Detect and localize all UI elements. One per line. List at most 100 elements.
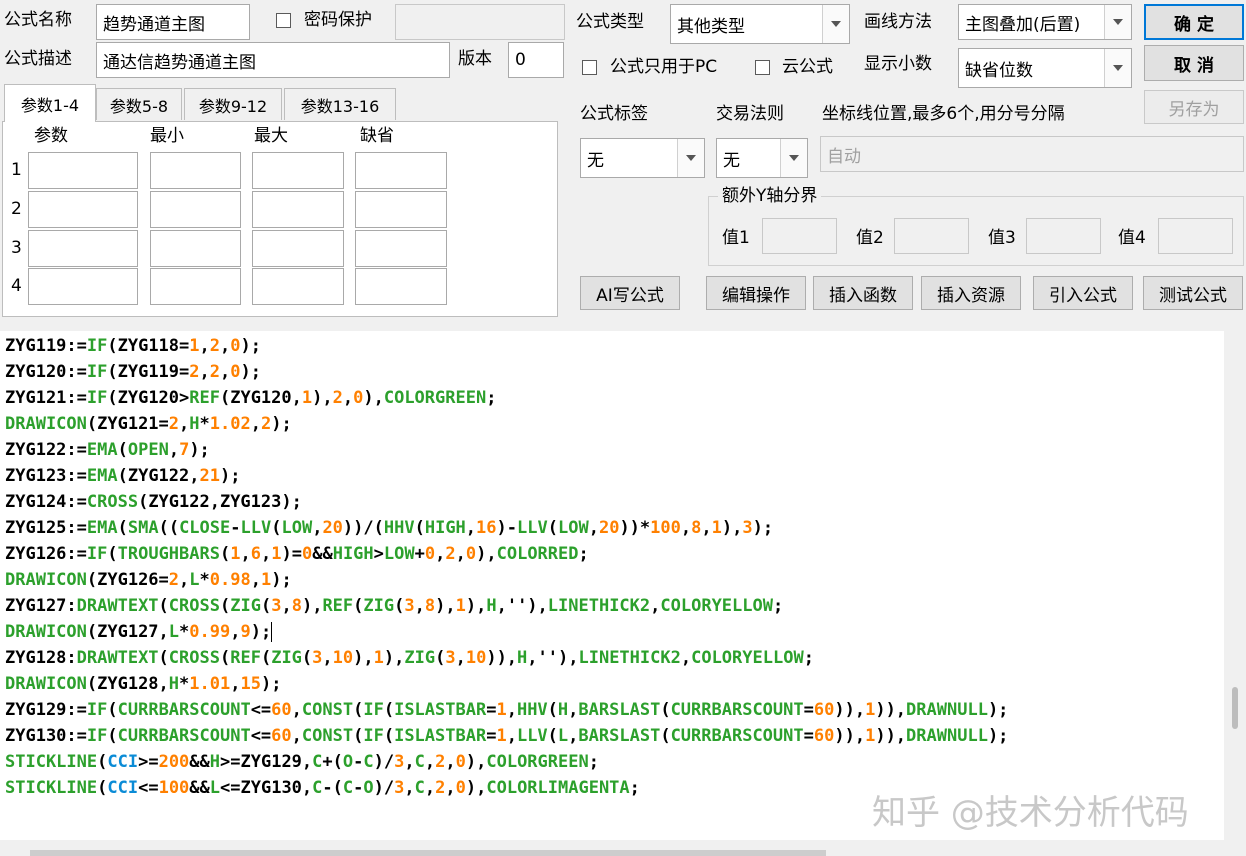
param-2-name-input[interactable] (28, 191, 138, 228)
chevron-down-icon[interactable] (822, 5, 849, 43)
code-token: ( (353, 700, 364, 720)
code-token: 2 (209, 362, 221, 382)
param-4-min-input[interactable] (150, 268, 241, 305)
code-line[interactable]: ZYG124:=CROSS(ZYG122,ZYG123); (5, 489, 302, 515)
code-line[interactable]: DRAWICON(ZYG128,H*1.01,15); (5, 671, 281, 697)
insert-resource-button[interactable]: 插入资源 (921, 276, 1021, 310)
version-input[interactable]: 0 (508, 42, 564, 78)
tab-params-9-12[interactable]: 参数9-12 (184, 88, 282, 120)
code-token: , (220, 336, 231, 356)
cancel-button[interactable]: 取 消 (1144, 45, 1244, 81)
import-formula-button[interactable]: 引入公式 (1033, 276, 1133, 310)
password-checkbox[interactable] (276, 13, 291, 28)
code-token: 21 (199, 466, 220, 486)
param-3-default-input[interactable] (355, 230, 447, 267)
code-token: H (209, 752, 221, 772)
ok-button[interactable]: 确 定 (1144, 4, 1244, 40)
rule-select[interactable]: 无 (716, 138, 808, 178)
param-4-max-input[interactable] (252, 268, 344, 305)
code-line[interactable]: ZYG121:=IF(ZYG120>REF(ZYG120,1),2,0),COL… (5, 385, 496, 411)
pc-only-checkbox[interactable] (582, 60, 597, 75)
code-token: ( (158, 596, 169, 616)
test-formula-button[interactable]: 测试公式 (1143, 276, 1243, 310)
code-line[interactable]: ZYG119:=IF(ZYG118=1,2,0); (5, 333, 261, 359)
vertical-scrollbar[interactable] (1232, 687, 1238, 729)
tab-params-1-4[interactable]: 参数1-4 (4, 84, 96, 122)
code-line[interactable]: STICKLINE(CCI>=200&&H>=ZYG129,C+(O-C)/3,… (5, 749, 599, 775)
code-token: ), (476, 544, 497, 564)
param-3-min-input[interactable] (150, 230, 241, 267)
code-token: ISLASTBAR (394, 700, 487, 720)
chevron-down-icon[interactable] (677, 139, 704, 177)
code-line[interactable]: DRAWICON(ZYG127,L*0.99,9); (5, 619, 273, 645)
cloud-checkbox[interactable] (755, 60, 770, 75)
code-editor[interactable]: ZYG119:=IF(ZYG118=1,2,0); ZYG120:=IF(ZYG1… (0, 331, 1224, 840)
code-token: >=ZYG129, (220, 752, 313, 772)
code-token: L (168, 622, 180, 642)
ai-write-button[interactable]: AI写公式 (580, 276, 680, 310)
code-token: 2 (168, 414, 180, 434)
param-1-max-input[interactable] (252, 152, 344, 189)
code-token: LINETHICK2 (547, 596, 651, 616)
code-token: 60 (813, 700, 835, 720)
code-token: -( (322, 778, 343, 798)
code-token: 0 (424, 544, 436, 564)
param-2-max-input[interactable] (252, 191, 344, 228)
param-2-min-input[interactable] (150, 191, 241, 228)
code-token: ZYG122:= (5, 440, 87, 460)
code-token: LOW (281, 518, 313, 538)
code-token: = (486, 700, 497, 720)
code-token: 2 (260, 414, 272, 434)
code-line[interactable]: ZYG123:=EMA(ZYG122,21); (5, 463, 240, 489)
code-token: IF (86, 544, 108, 564)
formula-desc-label: 公式描述 (4, 49, 72, 69)
code-token: )= (281, 544, 302, 564)
code-line[interactable]: DRAWICON(ZYG121=2,H*1.02,2); (5, 411, 292, 437)
formula-desc-input[interactable]: 通达信趋势通道主图 (96, 42, 450, 78)
param-row-3-label: 3 (11, 238, 22, 258)
tag-select[interactable]: 无 (580, 138, 705, 178)
code-token: ( (117, 440, 128, 460)
chevron-down-icon[interactable] (1104, 5, 1131, 39)
decimal-select[interactable]: 缺省位数 (958, 48, 1132, 88)
value3-label: 值3 (988, 228, 1016, 248)
code-line[interactable]: ZYG130:=IF(CURRBARSCOUNT<=60,CONST(IF(IS… (5, 723, 1008, 749)
code-token: COLORYELLOW (691, 648, 804, 668)
code-line[interactable]: ZYG127:DRAWTEXT(CROSS(ZIG(3,8),REF(ZIG(3… (5, 593, 783, 619)
param-1-min-input[interactable] (150, 152, 241, 189)
code-token: , (291, 726, 302, 746)
param-3-max-input[interactable] (252, 230, 344, 267)
code-token: ( (97, 778, 108, 798)
code-line[interactable]: ZYG128:DRAWTEXT(CROSS(REF(ZIG(3,10),1),Z… (5, 645, 814, 671)
code-line[interactable]: ZYG129:=IF(CURRBARSCOUNT<=60,CONST(IF(IS… (5, 697, 1008, 723)
param-4-name-input[interactable] (28, 268, 138, 305)
param-1-default-input[interactable] (355, 152, 447, 189)
code-token: H (168, 674, 180, 694)
horizontal-scrollbar[interactable] (30, 850, 826, 856)
edit-operations-button[interactable]: 编辑操作 (706, 276, 806, 310)
code-line[interactable]: ZYG122:=EMA(OPEN,7); (5, 437, 210, 463)
code-line[interactable]: ZYG125:=EMA(SMA((CLOSE-LLV(LOW,20))/(HHV… (5, 515, 773, 541)
code-token: BARSLAST (578, 726, 661, 746)
chevron-down-icon[interactable] (1104, 49, 1131, 87)
code-line[interactable]: ZYG126:=IF(TROUGHBARS(1,6,1)=0&&HIGH>LOW… (5, 541, 589, 567)
value2-input (894, 218, 969, 254)
tab-params-5-8[interactable]: 参数5-8 (96, 88, 182, 120)
formula-type-select[interactable]: 其他类型 (670, 4, 850, 44)
chevron-down-icon[interactable] (780, 139, 807, 177)
code-line[interactable]: STICKLINE(CCI<=100&&L<=ZYG130,C-(C-O)/3,… (5, 775, 640, 801)
param-2-default-input[interactable] (355, 191, 447, 228)
param-3-name-input[interactable] (28, 230, 138, 267)
code-token: ( (301, 648, 313, 668)
param-1-name-input[interactable] (28, 152, 138, 189)
insert-function-button[interactable]: 插入函数 (813, 276, 913, 310)
code-token: ); (987, 726, 1009, 746)
code-token: , (435, 544, 446, 564)
tab-params-13-16[interactable]: 参数13-16 (284, 88, 396, 120)
draw-method-select[interactable]: 主图叠加(后置) (958, 4, 1132, 40)
param-4-default-input[interactable] (355, 268, 447, 305)
code-line[interactable]: ZYG120:=IF(ZYG119=2,2,0); (5, 359, 261, 385)
code-token: ZIG (404, 648, 436, 668)
code-line[interactable]: DRAWICON(ZYG126=2,L*0.98,1); (5, 567, 292, 593)
formula-name-input[interactable]: 趋势通道主图 (96, 4, 250, 40)
